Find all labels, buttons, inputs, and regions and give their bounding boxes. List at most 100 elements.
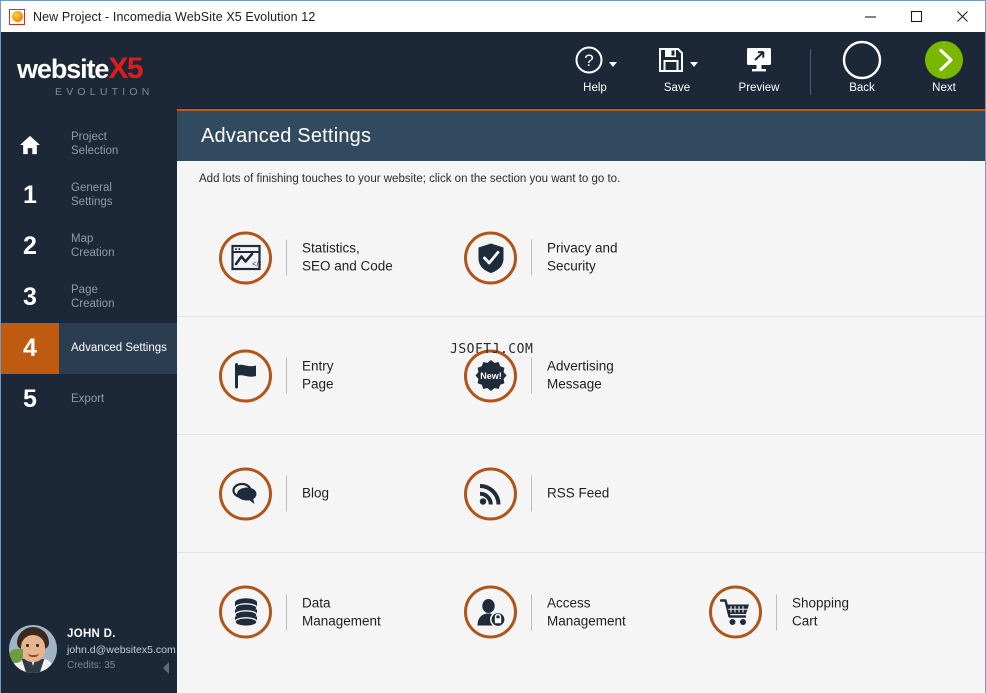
chevron-right-circle-icon [925,41,963,79]
sidebar-item-label: Project Selection [71,131,119,157]
section-label: Data Management [302,595,381,628]
cell-divider [286,594,287,630]
section-entry-page[interactable]: Entry Page [219,349,334,402]
section-data-management[interactable]: Data Management [219,585,381,639]
toolbar-separator [810,49,811,95]
section-grid: </> Statistics, SEO and Code Privacy [177,199,985,671]
sidebar-item-label: Advanced Settings [71,341,167,354]
window-controls [847,1,985,32]
svg-text:?: ? [584,51,593,70]
section-label: Blog [302,485,330,501]
help-question-icon: ? [575,46,602,74]
section-label: Shopping Cart [792,595,850,628]
cell-divider [531,475,532,512]
page-header: Advanced Settings [177,111,985,161]
flag-icon [219,349,272,402]
sidebar-item-number: 5 [23,385,37,413]
section-label: RSS Feed [547,485,610,501]
section-privacy-and-security[interactable]: Privacy and Security [464,231,618,284]
user-panel[interactable]: JOHN D. john.d@websitex5.com Credits: 35 [1,605,177,693]
collapse-sidebar-arrow[interactable] [161,661,171,675]
user-name: JOHN D. [67,627,116,640]
sidebar-item-number: 2 [23,232,37,260]
section-blog[interactable]: Blog [219,467,329,520]
section-advertising-message[interactable]: New! Advertising Message [464,349,614,402]
section-label: Entry Page [302,358,334,392]
sidebar-item-map-creation[interactable]: 2 Map Creation [1,221,177,272]
close-button[interactable] [939,1,985,32]
shield-check-icon [464,231,517,284]
section-row: Data Management Access Management Shoppi… [177,553,985,671]
help-button[interactable]: ? Help [554,40,636,94]
brand-edition: EVOLUTION [55,86,154,98]
sidebar-item-export[interactable]: 5 Export [1,374,177,425]
svg-text:</>: </> [252,260,261,269]
section-shopping-cart[interactable]: Shopping Cart [709,585,850,639]
cell-divider [531,357,532,394]
top-toolbar: ? Help Save Preview Back Next [177,32,985,110]
sidebar-nav: Project Selection 1 General Settings 2 M… [1,119,177,425]
next-label: Next [932,82,956,94]
database-icon [219,585,272,639]
next-button[interactable]: Next [903,40,985,94]
user-avatar-photo [9,625,57,673]
user-credits: Credits: 35 [67,659,116,671]
home-icon [20,135,40,154]
sidebar-item-page-creation[interactable]: 3 Page Creation [1,272,177,323]
brand-name: website [17,54,109,84]
sidebar-item-advanced-settings[interactable]: 4 Advanced Settings [1,323,177,374]
back-button[interactable]: Back [821,40,903,94]
help-dropdown-caret[interactable] [608,61,617,67]
cell-divider [531,239,532,276]
sidebar: websiteX5 EVOLUTION Project Selection 1 … [1,32,177,693]
minimize-button[interactable] [847,1,893,32]
monitor-preview-icon [747,48,771,72]
statistics-seo-code-icon: </> [219,231,272,284]
section-row: </> Statistics, SEO and Code Privacy [177,199,985,317]
close-icon [956,11,968,22]
chevron-left-circle-icon [842,40,882,80]
cell-divider [286,475,287,512]
page-title: Advanced Settings [201,124,372,147]
minimize-icon [864,16,876,18]
page-subtitle: Add lots of finishing touches to your we… [199,173,621,185]
window-title: New Project - Incomedia WebSite X5 Evolu… [33,9,316,24]
shopping-cart-icon [709,585,762,639]
sidebar-item-general-settings[interactable]: 1 General Settings [1,170,177,221]
preview-button[interactable]: Preview [718,40,800,94]
section-row: Blog RSS Feed [177,435,985,553]
maximize-button[interactable] [893,1,939,32]
sidebar-item-label: Page Creation [71,284,115,310]
sidebar-item-number: 1 [23,181,37,209]
websitex5-app-icon [9,8,25,25]
save-button[interactable]: Save [636,40,718,94]
brand-logo: websiteX5 EVOLUTION [1,32,177,99]
home-icon-wrap [1,119,59,170]
section-statistics-seo-and-code[interactable]: </> Statistics, SEO and Code [219,231,393,284]
save-label: Save [663,82,691,94]
application-window: New Project - Incomedia WebSite X5 Evolu… [0,0,986,693]
section-rss-feed[interactable]: RSS Feed [464,467,609,520]
svg-text:New!: New! [480,371,502,381]
floppy-disk-icon [658,48,683,72]
back-label: Back [849,82,875,94]
new-badge-icon: New! [464,349,517,402]
sidebar-item-number: 3 [23,283,37,311]
cell-divider [286,357,287,394]
brand-accent: X5 [108,52,143,85]
section-row: Entry Page New! Advertising Message [177,317,985,435]
cell-divider [531,594,532,630]
sidebar-item-project-selection[interactable]: Project Selection [1,119,177,170]
user-lock-icon [464,585,517,639]
rss-feed-icon [464,467,517,520]
main-content: Add lots of finishing touches to your we… [177,161,985,693]
section-label: Statistics, SEO and Code [302,240,393,274]
sidebar-item-number: 4 [1,323,59,374]
speech-bubbles-icon [219,467,272,520]
maximize-icon [910,10,922,23]
sidebar-item-label: Export [71,392,105,405]
save-dropdown-caret[interactable] [689,61,698,67]
section-access-management[interactable]: Access Management [464,585,626,639]
help-label: Help [583,82,607,94]
cell-divider [776,594,777,630]
